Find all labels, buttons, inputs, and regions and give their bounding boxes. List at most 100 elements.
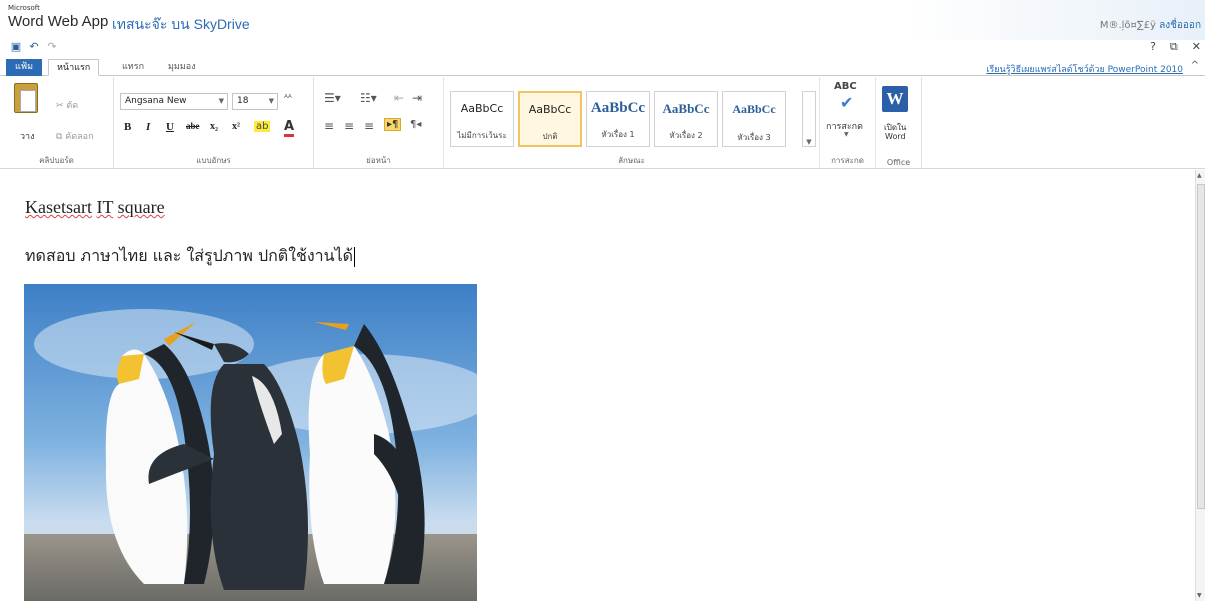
word-web-app: Microsoft Word Web App เทสนะจ๊ะ บน SkyDr… xyxy=(0,0,1205,601)
cut-button[interactable]: ✂ ตัด xyxy=(56,98,78,112)
undo-icon[interactable]: ↶ xyxy=(28,41,40,53)
underline-button[interactable]: U xyxy=(166,121,174,133)
word-kasetsart[interactable]: Kasetsart xyxy=(25,197,92,217)
scissors-icon: ✂ xyxy=(56,101,67,111)
restore-icon[interactable]: ⧉ xyxy=(1170,40,1178,54)
font-size-value: 18 xyxy=(237,96,249,106)
group-font: Angsana New ▼ 18 ▼ ᴬᴬ B I U abe x₂ x² ab A… xyxy=(114,77,314,169)
copy-icon: ⧉ xyxy=(56,132,66,142)
style-name: หัวเรื่อง 3 xyxy=(737,133,771,142)
sign-out-link[interactable]: ลงชื่อออก xyxy=(1159,20,1201,31)
style-no-spacing[interactable]: AaBbCc ไม่มีการเว้นระ xyxy=(450,91,514,147)
quick-access-toolbar: ▣ ↶ ↷ xyxy=(10,40,58,54)
style-name: ไม่มีการเว้นระ xyxy=(457,131,507,140)
chevron-down-icon[interactable]: ▼ xyxy=(844,131,849,138)
scroll-down-icon[interactable]: ▼ xyxy=(1197,592,1202,599)
subscript-button[interactable]: x₂ xyxy=(210,121,218,132)
bullets-icon[interactable]: ☰▾ xyxy=(324,91,341,105)
align-center-icon[interactable]: ≡ xyxy=(344,119,354,133)
style-heading-1[interactable]: AaBbCc หัวเรื่อง 1 xyxy=(586,91,650,147)
style-sample: AaBbCc xyxy=(528,103,572,116)
save-icon[interactable]: ▣ xyxy=(10,41,22,53)
help-icon[interactable]: ? xyxy=(1150,40,1156,54)
paste-icon[interactable] xyxy=(14,83,38,113)
redo-icon[interactable]: ↷ xyxy=(46,41,58,53)
user-area: M®.ļõ¤∑£ÿ ลงชื่อออก xyxy=(1100,18,1201,33)
collapse-ribbon-icon[interactable]: ^ xyxy=(1191,60,1199,71)
spelling-group-label: การสะกด xyxy=(831,156,864,165)
cut-label: ตัด xyxy=(66,101,79,111)
numbering-icon[interactable]: ☷▾ xyxy=(360,91,377,105)
style-name: ปกติ xyxy=(542,132,558,141)
ribbon: วาง ✂ ตัด ⧉ คัดลอก คลิปบอร์ด Angsana New… xyxy=(0,77,1205,169)
thai-text[interactable]: ทดสอบ ภาษาไทย และ ใส่รูปภาพ ปกติใช้งานได… xyxy=(25,246,353,265)
user-name[interactable]: M®.ļõ¤∑£ÿ xyxy=(1100,20,1156,31)
ltr-icon[interactable]: ▸¶ xyxy=(384,118,402,131)
rtl-icon[interactable]: ¶◂ xyxy=(410,119,421,130)
penguins-image[interactable] xyxy=(24,284,477,601)
clipboard-group-label: คลิปบอร์ด xyxy=(39,156,74,165)
strikethrough-button[interactable]: abe xyxy=(186,121,200,131)
decrease-indent-icon[interactable]: ⇤ xyxy=(394,91,404,105)
style-name: หัวเรื่อง 2 xyxy=(669,131,703,140)
copy-label: คัดลอก xyxy=(65,132,94,142)
chevron-down-icon: ▼ xyxy=(218,97,224,105)
abc-icon: ABC xyxy=(834,81,857,92)
tab-view[interactable]: มุมมอง xyxy=(160,59,204,76)
window-controls: ? ⧉ ✕ xyxy=(1150,40,1201,54)
highlight-icon[interactable]: ab xyxy=(254,121,271,132)
superscript-button[interactable]: x² xyxy=(232,121,240,132)
italic-button[interactable]: I xyxy=(146,121,150,133)
paragraph-thai[interactable]: ทดสอบ ภาษาไทย และ ใส่รูปภาพ ปกติใช้งานได… xyxy=(25,244,356,269)
align-right-icon[interactable]: ≡ xyxy=(364,119,374,133)
word-square[interactable]: square xyxy=(118,197,165,217)
font-name-value: Angsana New xyxy=(125,96,187,106)
style-heading-3[interactable]: AaBbCc หัวเรื่อง 3 xyxy=(722,91,786,147)
style-name: หัวเรื่อง 1 xyxy=(601,130,635,139)
penguins-picture xyxy=(24,284,477,601)
increase-indent-icon[interactable]: ⇥ xyxy=(412,91,422,105)
styles-group-label: ลักษณะ xyxy=(618,156,645,165)
style-sample: AaBbCc xyxy=(732,102,776,116)
style-sample: AaBbCc xyxy=(662,101,710,116)
checkmark-icon: ✔ xyxy=(840,93,854,112)
styles-more-button[interactable]: ▼ xyxy=(802,91,816,147)
font-group-label: แบบอักษร xyxy=(196,156,231,165)
tab-file[interactable]: แฟ้ม xyxy=(6,59,42,76)
group-office: W เปิดใน Word Office xyxy=(876,77,922,169)
close-icon[interactable]: ✕ xyxy=(1192,40,1201,54)
tab-home[interactable]: หน้าแรก xyxy=(48,59,100,76)
scrollbar-thumb[interactable] xyxy=(1197,184,1205,509)
font-name-select[interactable]: Angsana New ▼ xyxy=(120,93,228,110)
scroll-up-icon[interactable]: ▲ xyxy=(1197,172,1202,179)
font-size-select[interactable]: 18 ▼ xyxy=(232,93,278,110)
chevron-down-icon: ▼ xyxy=(268,97,274,105)
tab-insert[interactable]: แทรก xyxy=(114,59,152,76)
group-paragraph: ☰▾ ☷▾ ⇤ ⇥ ≡ ≡ ≡ ▸¶ ¶◂ ย่อหน้า xyxy=(314,77,444,169)
style-sample: AaBbCc xyxy=(590,100,646,116)
style-heading-2[interactable]: AaBbCc หัวเรื่อง 2 xyxy=(654,91,718,147)
open-in-word-line2[interactable]: Word xyxy=(885,132,906,141)
copy-button[interactable]: ⧉ คัดลอก xyxy=(56,129,94,143)
powerpoint-link[interactable]: เรียนรู้วิธีเผยแพร่สไลด์โชว์ด้วย PowerPo… xyxy=(986,62,1183,76)
paste-button[interactable]: วาง xyxy=(20,129,35,143)
brand-microsoft: Microsoft xyxy=(8,4,40,12)
document-title[interactable]: เทสนะจ๊ะ บน SkyDrive xyxy=(112,14,250,36)
grow-font-icon[interactable]: ᴬᴬ xyxy=(284,94,292,104)
app-name: Word Web App xyxy=(8,13,109,30)
style-sample: AaBbCc xyxy=(460,102,504,115)
font-color-icon[interactable]: A xyxy=(284,119,295,137)
group-spelling: ABC ✔ การสะกด ▼ การสะกด xyxy=(820,77,876,169)
vertical-scrollbar[interactable]: ▲ ▼ xyxy=(1195,170,1205,601)
paragraph-heading[interactable]: Kasetsart IT square xyxy=(25,197,165,218)
align-left-icon[interactable]: ≡ xyxy=(324,119,334,133)
paragraph-group-label: ย่อหน้า xyxy=(366,156,391,165)
bold-button[interactable]: B xyxy=(124,121,131,133)
group-styles: AaBbCc ไม่มีการเว้นระ AaBbCc ปกติ AaBbCc… xyxy=(444,77,820,169)
group-clipboard: วาง ✂ ตัด ⧉ คัดลอก คลิปบอร์ด xyxy=(0,77,114,169)
text-caret xyxy=(354,246,356,267)
word-it[interactable]: IT xyxy=(96,197,113,217)
word-icon[interactable]: W xyxy=(882,86,908,112)
style-normal[interactable]: AaBbCc ปกติ xyxy=(518,91,582,147)
document-canvas[interactable]: Kasetsart IT square ทดสอบ ภาษาไทย และ ใส… xyxy=(0,170,1195,601)
